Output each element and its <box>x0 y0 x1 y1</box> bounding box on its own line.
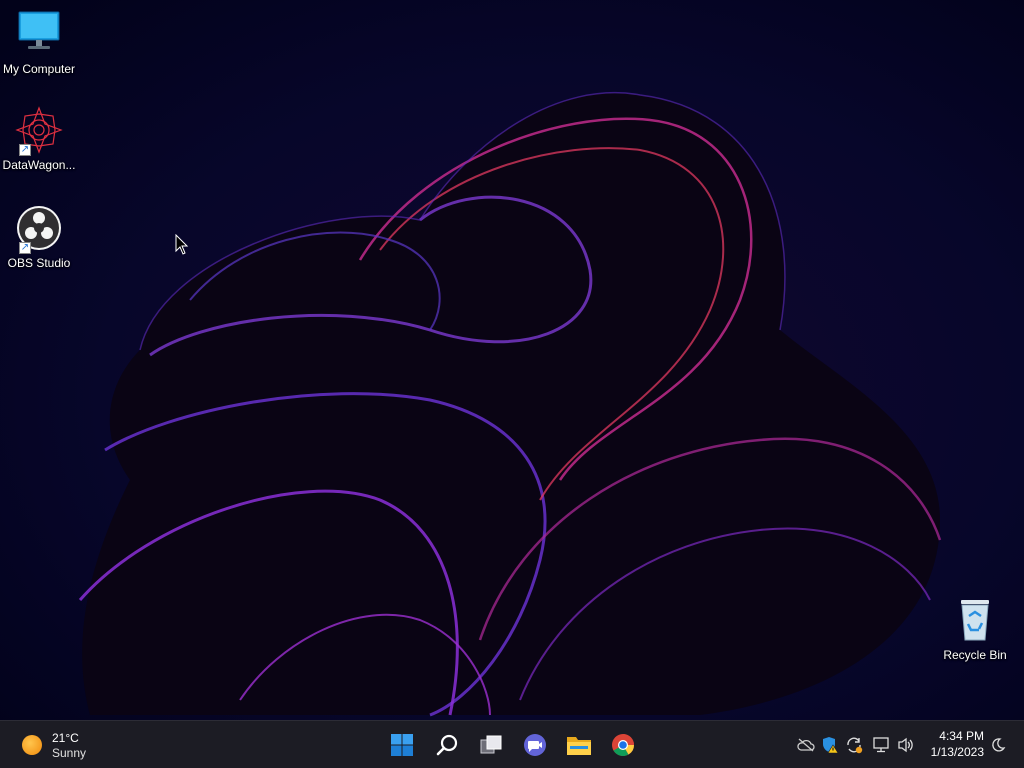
notification-center-button[interactable] <box>988 735 1008 755</box>
weather-temperature: 21°C <box>52 731 79 745</box>
network-icon <box>873 737 889 753</box>
sync-update-icon <box>847 737 863 754</box>
security-warning-icon <box>823 737 839 754</box>
desktop-icon-label: My Computer <box>2 62 76 76</box>
datawagon-logo-icon: ↗ <box>15 106 63 156</box>
chrome-icon <box>612 734 634 756</box>
mouse-cursor-icon <box>175 234 189 255</box>
windows-update-button[interactable] <box>844 735 864 755</box>
desktop-icon-label: Recycle Bin <box>943 648 1007 662</box>
task-view-icon <box>480 735 502 754</box>
windows-security-button[interactable] <box>820 735 840 755</box>
desktop-icon-obs-studio[interactable]: ↗ OBS Studio <box>0 204 79 270</box>
desktop-icon-label: DataWagon... <box>2 158 76 172</box>
file-explorer-button[interactable] <box>563 729 595 761</box>
clock[interactable]: 4:34 PM 1/13/2023 <box>924 728 984 760</box>
desktop-icon-my-computer[interactable]: My Computer <box>0 10 79 76</box>
onedrive-status-button[interactable] <box>796 735 816 755</box>
search-button[interactable] <box>431 729 463 761</box>
desktop-icon-datawagon[interactable]: ↗ DataWagon... <box>0 106 79 172</box>
start-button[interactable] <box>386 729 418 761</box>
obs-studio-icon: ↗ <box>15 204 63 254</box>
recycle-bin-icon <box>951 596 999 644</box>
windows-start-icon <box>391 734 413 756</box>
desktop-wallpaper <box>0 0 1024 720</box>
sun-icon <box>22 735 42 755</box>
folder-icon <box>567 737 591 755</box>
desktop-icon-label: OBS Studio <box>7 256 71 270</box>
weather-widget[interactable]: 21°C Sunny <box>18 729 98 761</box>
search-icon <box>436 734 458 756</box>
clock-time: 4:34 PM <box>939 729 984 743</box>
chat-button[interactable] <box>519 729 551 761</box>
focus-moon-icon <box>992 738 1006 752</box>
cloud-offline-icon <box>797 738 815 752</box>
taskbar: 21°C Sunny 4:34 PM 1/13/2023 <box>0 720 1024 768</box>
shortcut-arrow-icon: ↗ <box>19 144 31 156</box>
chrome-button[interactable] <box>607 729 639 761</box>
task-view-button[interactable] <box>475 729 507 761</box>
shortcut-arrow-icon: ↗ <box>19 242 31 254</box>
volume-button[interactable] <box>896 735 916 755</box>
volume-icon <box>898 737 913 753</box>
network-button[interactable] <box>871 735 891 755</box>
clock-date: 1/13/2023 <box>930 745 984 759</box>
monitor-icon <box>15 10 63 58</box>
teams-chat-icon <box>524 734 546 756</box>
desktop-icon-recycle-bin[interactable]: Recycle Bin <box>935 596 1015 662</box>
weather-condition: Sunny <box>52 746 87 760</box>
